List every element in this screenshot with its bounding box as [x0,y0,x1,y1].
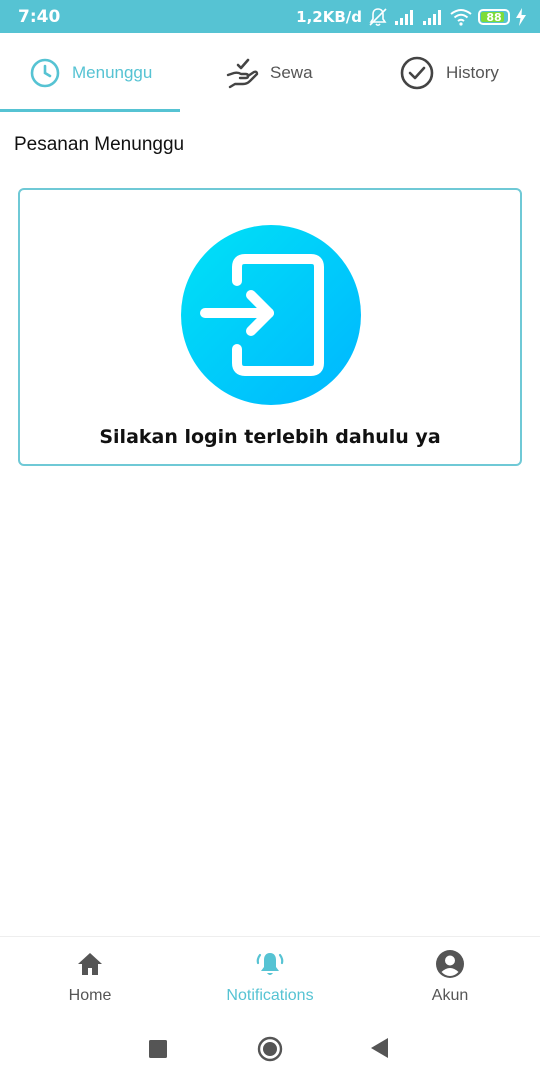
signal-icon [423,10,441,25]
login-arrow-glyph [200,254,324,376]
charging-bolt-icon [516,8,526,26]
tab-label: Menunggu [72,63,153,82]
tab-label: Sewa [270,63,313,82]
status-time: 7:40 [18,7,61,27]
clock-icon [30,58,60,88]
home-icon [78,953,102,975]
order-tabs: Menunggu Sewa History [0,33,540,113]
tab-label: History [446,63,499,82]
nav-akun[interactable]: Akun [360,937,540,1017]
signal-icon [395,10,413,25]
battery-level: 88 [486,10,502,24]
back-triangle-icon[interactable] [371,1038,389,1058]
home-circle-icon[interactable] [257,1036,283,1062]
tab-sewa[interactable]: Sewa [226,33,313,113]
nav-notifications[interactable]: Notifications [180,937,360,1017]
status-bar: 7:40 1,2KB/d 88 [0,0,540,33]
page-title: Pesanan Menunggu [14,134,185,155]
check-circle-icon [400,56,434,90]
nav-home[interactable]: Home [0,937,180,1017]
account-icon [436,950,464,978]
status-icons: 1,2KB/d 88 [296,6,526,28]
tab-menunggu[interactable]: Menunggu [30,33,152,113]
recents-square-icon[interactable] [149,1040,167,1058]
nav-label: Akun [431,987,469,1004]
hand-check-icon [226,58,259,89]
login-message: Silakan login terlebih dahulu ya [99,426,441,448]
system-navigation-bar [0,1016,540,1080]
mute-bell-icon [369,8,387,27]
login-prompt-card[interactable]: Silakan login terlebih dahulu ya [18,188,522,466]
network-speed: 1,2KB/d [296,8,362,26]
bottom-navigation: Home Notifications Akun [0,936,540,1016]
battery-icon: 88 [478,9,510,25]
wifi-icon [450,9,472,26]
login-icon[interactable] [181,225,361,405]
nav-label: Notifications [226,987,314,1004]
bell-ringing-icon [256,953,284,975]
tab-history[interactable]: History [400,33,499,113]
active-tab-indicator [0,109,180,112]
nav-label: Home [68,987,112,1004]
